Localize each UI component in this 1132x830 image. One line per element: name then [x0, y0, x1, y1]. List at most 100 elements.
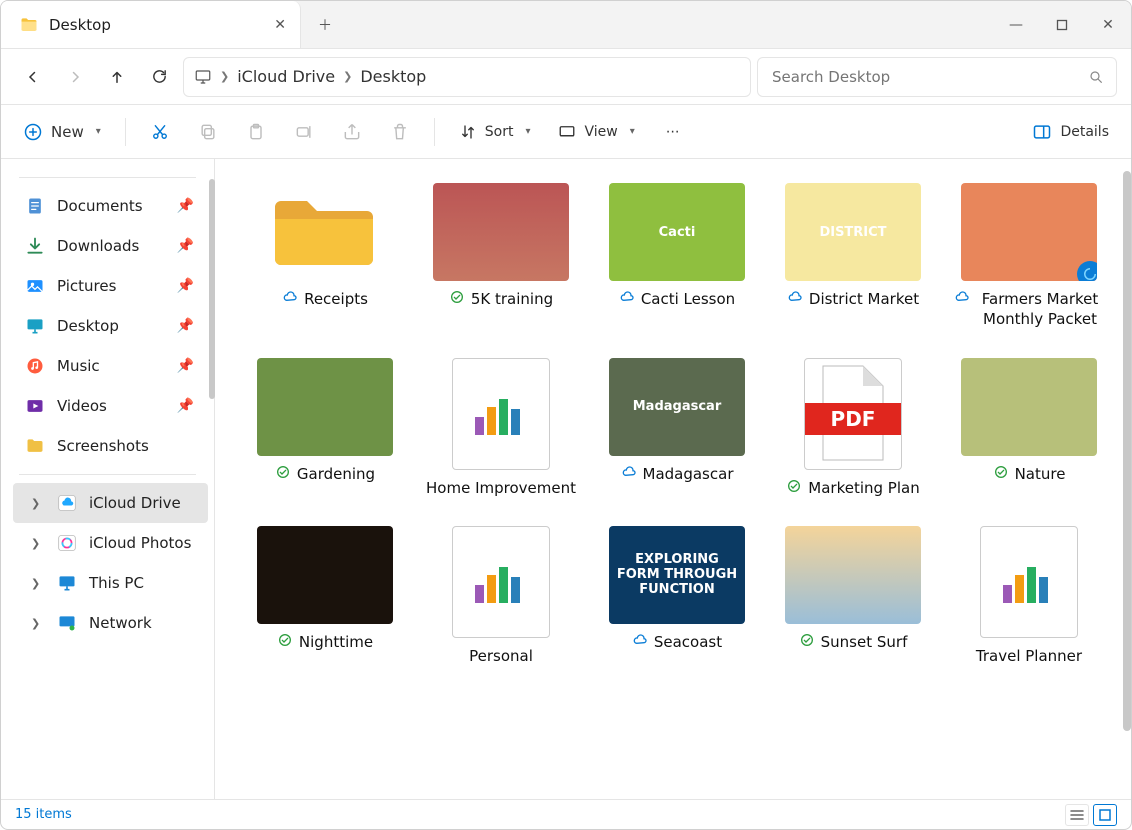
chevron-right-icon[interactable]: ❯: [31, 537, 45, 550]
breadcrumb-segment[interactable]: Desktop: [360, 67, 426, 86]
image-thumbnail: Cacti: [609, 183, 745, 281]
file-item[interactable]: DISTRICT District Market: [773, 183, 933, 330]
view-label: View: [584, 124, 617, 140]
folder-icon: [25, 436, 45, 456]
details-view-toggle[interactable]: [1065, 804, 1089, 826]
sidebar-item-icloud-photos[interactable]: ❯ iCloud Photos: [13, 523, 208, 563]
file-item[interactable]: EXPLORING FORM THROUGH FUNCTION Seacoast: [597, 526, 757, 666]
file-item[interactable]: Gardening: [245, 358, 405, 498]
document-thumbnail: [452, 526, 550, 638]
rename-button[interactable]: [284, 114, 324, 150]
chevron-right-icon[interactable]: ❯: [31, 497, 45, 510]
file-label: District Market: [809, 289, 919, 309]
view-icon: [558, 123, 576, 141]
tab-desktop[interactable]: Desktop ✕: [1, 1, 301, 48]
content-scrollbar[interactable]: [1123, 171, 1131, 731]
sidebar-item-icloud-drive[interactable]: ❯ iCloud Drive: [13, 483, 208, 523]
search-box[interactable]: [757, 57, 1117, 97]
file-item[interactable]: Sunset Surf: [773, 526, 933, 666]
file-item[interactable]: Nature: [949, 358, 1109, 498]
sidebar-item-pictures[interactable]: Pictures 📌: [7, 266, 208, 306]
cloud-status-icon: [619, 289, 635, 305]
cut-button[interactable]: [140, 114, 180, 150]
file-label: Madagascar: [643, 464, 734, 484]
sort-button[interactable]: Sort ▾: [449, 114, 541, 150]
chevron-down-icon: ▾: [96, 126, 101, 137]
file-item[interactable]: PDF Marketing Plan: [773, 358, 933, 498]
file-item[interactable]: Personal: [421, 526, 581, 666]
file-item[interactable]: Cacti Cacti Lesson: [597, 183, 757, 330]
breadcrumb[interactable]: ❯ iCloud Drive ❯ Desktop: [183, 57, 751, 97]
cloud-status-icon: [282, 289, 298, 305]
sidebar-item-label: iCloud Drive: [89, 494, 181, 512]
file-item[interactable]: Travel Planner: [949, 526, 1109, 666]
sidebar-item-screenshots[interactable]: Screenshots: [7, 426, 208, 466]
download-icon: [25, 236, 45, 256]
file-label: Seacoast: [654, 632, 722, 652]
sidebar: Documents 📌 Downloads 📌 Pictures 📌 Deskt…: [1, 159, 215, 799]
sidebar-item-this-pc[interactable]: ❯ This PC: [13, 563, 208, 603]
new-label: New: [51, 123, 84, 141]
file-label: Farmers Market Monthly Packet: [976, 289, 1104, 330]
file-label: 5K training: [471, 289, 553, 309]
sidebar-item-videos[interactable]: Videos 📌: [7, 386, 208, 426]
file-label: Receipts: [304, 289, 368, 309]
sidebar-item-downloads[interactable]: Downloads 📌: [7, 226, 208, 266]
image-thumbnail: [961, 183, 1097, 281]
videos-icon: [25, 396, 45, 416]
sidebar-item-documents[interactable]: Documents 📌: [7, 186, 208, 226]
sidebar-item-desktop[interactable]: Desktop 📌: [7, 306, 208, 346]
file-item[interactable]: Receipts: [245, 183, 405, 330]
maximize-button[interactable]: [1039, 1, 1085, 48]
forward-button[interactable]: [57, 59, 93, 95]
more-button[interactable]: ⋯: [653, 114, 693, 150]
file-item[interactable]: 5K training: [421, 183, 581, 330]
new-button[interactable]: New ▾: [13, 114, 111, 150]
chevron-right-icon: ❯: [343, 70, 352, 83]
file-label: Travel Planner: [976, 646, 1082, 666]
file-item[interactable]: Nighttime: [245, 526, 405, 666]
breadcrumb-segment[interactable]: iCloud Drive: [237, 67, 335, 86]
monitor-icon: [194, 68, 212, 86]
file-item[interactable]: Home Improvement: [421, 358, 581, 498]
file-grid[interactable]: Receipts 5K training Cacti Cacti LessonDI…: [215, 159, 1131, 666]
close-tab-icon[interactable]: ✕: [274, 17, 286, 33]
view-button[interactable]: View ▾: [548, 114, 644, 150]
paste-button[interactable]: [236, 114, 276, 150]
search-input[interactable]: [770, 67, 1088, 87]
share-button[interactable]: [332, 114, 372, 150]
folder-thumbnail: [257, 183, 393, 281]
sidebar-item-label: Music: [57, 357, 100, 375]
icloud-drive-icon: [57, 493, 77, 513]
thumbnails-view-toggle[interactable]: [1093, 804, 1117, 826]
sidebar-item-label: Videos: [57, 397, 107, 415]
sidebar-item-music[interactable]: Music 📌: [7, 346, 208, 386]
details-button[interactable]: Details: [1022, 114, 1119, 150]
copy-button[interactable]: [188, 114, 228, 150]
file-item[interactable]: Madagascar Madagascar: [597, 358, 757, 498]
status-bar: 15 items: [1, 799, 1131, 829]
synced-status-icon: [275, 464, 291, 480]
file-item[interactable]: Farmers Market Monthly Packet: [949, 183, 1109, 330]
desktop-icon: [25, 316, 45, 336]
chevron-right-icon[interactable]: ❯: [31, 617, 45, 630]
new-tab-button[interactable]: ＋: [301, 1, 349, 48]
folder-icon: [19, 15, 39, 35]
close-button[interactable]: ✕: [1085, 1, 1131, 48]
sidebar-item-label: Network: [89, 614, 152, 632]
image-thumbnail: [257, 358, 393, 456]
document-icon: [25, 196, 45, 216]
refresh-button[interactable]: [141, 59, 177, 95]
delete-button[interactable]: [380, 114, 420, 150]
image-thumbnail: Madagascar: [609, 358, 745, 456]
minimize-button[interactable]: —: [993, 1, 1039, 48]
up-button[interactable]: [99, 59, 135, 95]
cloud-status-icon: [954, 289, 970, 305]
file-label: Nature: [1015, 464, 1066, 484]
titlebar: Desktop ✕ ＋ — ✕: [1, 1, 1131, 49]
music-icon: [25, 356, 45, 376]
chevron-right-icon[interactable]: ❯: [31, 577, 45, 590]
sidebar-item-network[interactable]: ❯ Network: [13, 603, 208, 643]
sidebar-item-label: iCloud Photos: [89, 534, 191, 552]
back-button[interactable]: [15, 59, 51, 95]
